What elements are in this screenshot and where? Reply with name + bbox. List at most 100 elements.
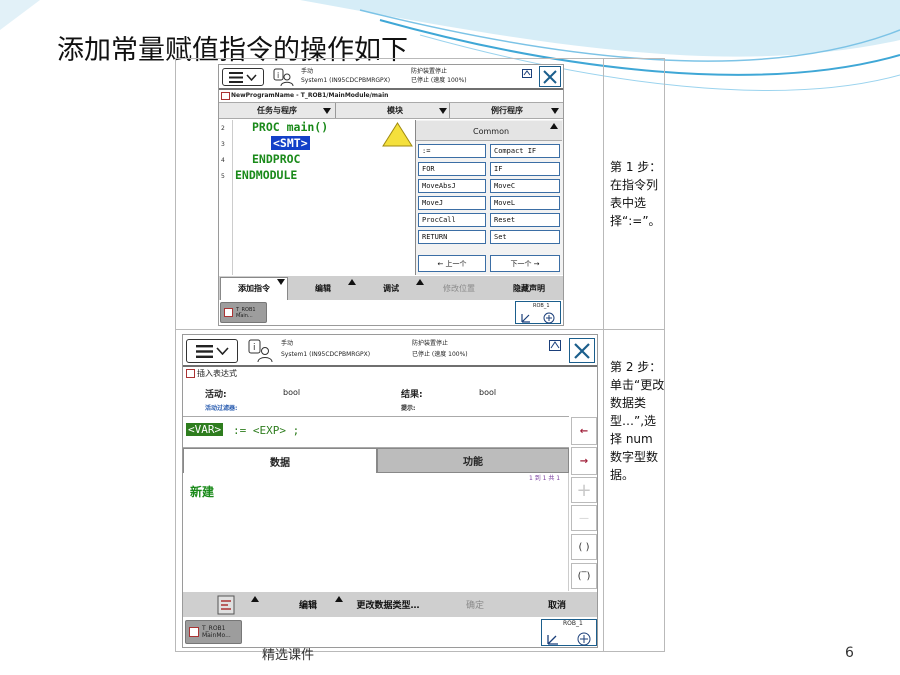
hide-declarations-label: 隐藏声明 (513, 283, 545, 293)
instruction-button[interactable]: FOR (418, 162, 486, 176)
instruction-button[interactable]: MoveAbsJ (418, 179, 486, 193)
debug-button[interactable]: 调试 (357, 277, 425, 299)
add-instruction-label: 添加指令 (238, 283, 270, 293)
instruction-button[interactable]: IF (490, 162, 560, 176)
close-button[interactable] (539, 66, 561, 87)
arrow-left-icon: ← (579, 425, 589, 437)
robot-status-button[interactable]: ROB_1 (515, 301, 561, 324)
ok-button[interactable]: 确定 (451, 594, 499, 615)
next-page-button[interactable]: 下一个 → (490, 255, 560, 272)
robot-label: ROB_1 (563, 620, 583, 627)
code-line[interactable]: ENDPROC (252, 152, 300, 166)
table-divider (175, 329, 665, 330)
tab-functions[interactable]: 功能 (377, 448, 569, 473)
task-line2: MainMo... (202, 632, 231, 639)
add-operator-button[interactable]: + (571, 477, 597, 503)
data-list (183, 473, 569, 591)
mode-text: 手动 (301, 68, 314, 75)
guard-stop-text: 防护装置停止 (412, 340, 449, 347)
tab-data[interactable]: 数据 (183, 448, 377, 473)
main-menu-button[interactable] (222, 68, 264, 86)
remove-parentheses-button[interactable]: (‾) (571, 563, 597, 589)
hide-declarations-button[interactable]: 隐藏声明 (495, 277, 563, 299)
selected-smt-placeholder[interactable]: <SMT> (271, 136, 310, 150)
tab-data-label: 数据 (270, 457, 290, 469)
plus-icon: + (576, 479, 592, 501)
program-icon (224, 308, 233, 317)
tab-modules[interactable]: 模块 (387, 105, 403, 116)
ok-label: 确定 (465, 601, 484, 611)
hint-label: 提示: (401, 405, 416, 412)
line-number: 4 (221, 157, 225, 164)
speed-state-text: 已停止 (速度 100%) (411, 77, 467, 84)
task-window-button[interactable]: T_ROB1 MainMo... (185, 620, 242, 644)
instruction-button[interactable]: ProcCall (418, 213, 486, 227)
previous-page-button[interactable]: ← 上一个 (418, 255, 486, 272)
instruction-category[interactable]: Common (473, 127, 509, 136)
tab-functions-label: 功能 (463, 457, 483, 468)
edit-label: 编辑 (298, 601, 317, 611)
instruction-button[interactable]: RETURN (418, 230, 486, 244)
status-bar: i 手动 System1 (IN95CDCPBMRGPX) 防护装置停止 已停止… (183, 335, 597, 367)
gutter-divider (232, 120, 233, 275)
code-line[interactable]: PROC main() (252, 120, 328, 134)
close-icon (543, 69, 557, 84)
line-number: 3 (221, 141, 225, 148)
caret-up-icon (348, 279, 356, 285)
task-window-button[interactable]: T_ROB1 Main... (220, 302, 267, 323)
instruction-button[interactable]: MoveC (490, 179, 560, 193)
program-path: NewProgramName - T_ROB1/MainModule/main (231, 92, 389, 99)
tab-tasks-programs[interactable]: 任务与程序 (257, 105, 297, 116)
edit-button[interactable]: 编辑 (283, 594, 333, 615)
caret-up-icon (335, 596, 343, 602)
speed-state-text: 已停止 (速度 100%) (412, 351, 468, 358)
change-data-type-label: 更改数据类型… (356, 601, 420, 611)
program-icon (189, 627, 199, 637)
cursor-left-button[interactable]: ← (571, 417, 597, 445)
cancel-button[interactable]: 取消 (533, 594, 581, 615)
mode-text: 手动 (281, 340, 294, 347)
cursor-right-button[interactable]: → (571, 447, 597, 475)
hamburger-icon (229, 71, 243, 83)
active-filter-label[interactable]: 活动过滤器: (205, 405, 237, 413)
arrow-right-icon: → (579, 455, 589, 467)
pendant-screen-program-editor: i 手动 System1 (IN95CDCPBMRGPX) 防护装置停止 已停止… (218, 64, 564, 326)
svg-text:i: i (253, 343, 256, 353)
footer-label: 精选课件 (262, 648, 315, 663)
remove-operator-button[interactable]: — (571, 505, 597, 531)
add-parentheses-button[interactable]: ( ) (571, 534, 597, 560)
code-line[interactable]: ENDMODULE (235, 168, 297, 182)
robot-axis-icon (521, 312, 555, 324)
modify-position-button[interactable]: 修改位置 (425, 277, 493, 299)
caret-up-icon[interactable] (550, 123, 558, 129)
close-button[interactable] (569, 338, 595, 363)
instruction-button[interactable]: MoveJ (418, 196, 486, 210)
main-menu-button[interactable] (186, 339, 238, 363)
instruction-button[interactable]: Set (490, 230, 560, 244)
operator-icon[interactable]: i (272, 68, 294, 87)
operator-icon[interactable]: i (247, 339, 273, 363)
instruction-button[interactable]: Compact IF (490, 144, 560, 158)
result-value: bool (479, 388, 497, 397)
expression-tool-icon[interactable] (217, 595, 235, 615)
page-number: 6 (845, 645, 854, 661)
edit-button[interactable]: 编辑 (289, 277, 357, 299)
edit-label: 编辑 (315, 283, 331, 293)
tab-routines[interactable]: 例行程序 (491, 105, 523, 116)
instruction-button[interactable]: := (418, 144, 486, 158)
warning-triangle-icon (382, 122, 413, 147)
change-data-type-button[interactable]: 更改数据类型… (348, 594, 428, 615)
expression-remainder[interactable]: := <EXP> ; (233, 424, 299, 437)
caret-up-icon (251, 596, 259, 602)
instruction-button[interactable]: Reset (490, 213, 560, 227)
selected-var-placeholder[interactable]: <VAR> (186, 423, 224, 436)
instruction-button[interactable]: MoveL (490, 196, 560, 210)
caret-down-icon (551, 108, 559, 114)
robot-status-button[interactable]: ROB_1 (541, 619, 597, 646)
table-divider (603, 58, 604, 652)
quickset-icon[interactable] (549, 340, 561, 351)
program-icon (186, 369, 195, 378)
line-number: 2 (221, 125, 225, 132)
quickset-icon[interactable] (522, 69, 532, 78)
caret-up-icon (416, 279, 424, 285)
